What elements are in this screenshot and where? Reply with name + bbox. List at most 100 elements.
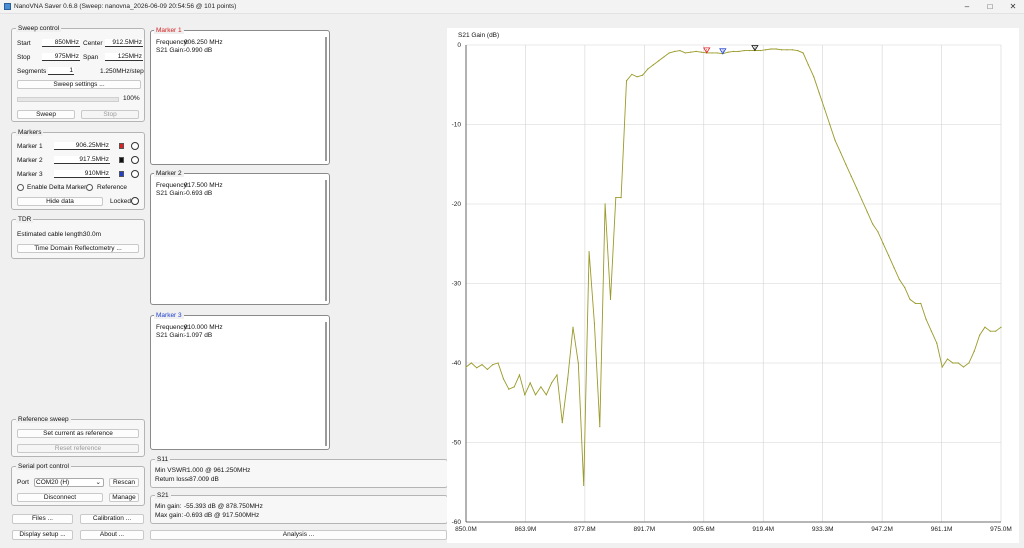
display-setup-button[interactable]: Display setup ...	[12, 530, 73, 540]
x-tick-label: 850.0M	[455, 526, 477, 533]
port-select[interactable]: COM20 (H) ⌄	[34, 478, 104, 487]
manage-button[interactable]: Manage	[109, 493, 139, 502]
center-field[interactable]: 912.5MHz	[105, 39, 143, 47]
x-tick-label: 877.8M	[574, 526, 596, 533]
window-titlebar: NanoVNA Saver 0.6.8 (Sweep: nanovna_2026…	[0, 0, 1024, 14]
marker-2-frequency-row: Frequency:917.500 MHz	[156, 182, 223, 189]
data-point	[995, 330, 997, 332]
data-point	[524, 394, 526, 396]
files-button[interactable]: Files ...	[12, 514, 73, 524]
disconnect-button[interactable]: Disconnect	[17, 493, 103, 502]
marker-2-field[interactable]: 917.5MHz	[54, 156, 110, 164]
data-point	[481, 363, 483, 366]
stop-label: Stop	[17, 54, 31, 61]
marker-3-color-swatch[interactable]	[119, 171, 124, 177]
data-point	[588, 251, 590, 253]
data-point	[476, 367, 478, 369]
data-point	[727, 51, 729, 53]
data-point	[855, 187, 858, 189]
marker-2-label: 2	[754, 46, 756, 50]
data-point	[615, 197, 617, 199]
sweep-button[interactable]: Sweep	[17, 110, 75, 119]
marker-3-frequency-value: 910.000 MHz	[184, 324, 223, 331]
s21-gain-chart[interactable]: S21 Gain (dB) 0 -10 -20 -30 -40 -50 -60850.0M 86…	[447, 28, 1019, 543]
data-point	[850, 175, 852, 177]
marker-3-select-radio[interactable]	[131, 170, 139, 178]
marker-2-select-radio[interactable]	[131, 156, 139, 164]
data-point	[759, 49, 761, 52]
marker-1-field[interactable]: 906.25MHz	[54, 142, 110, 150]
minimize-icon[interactable]: –	[956, 1, 978, 12]
reset-reference-button[interactable]: Reset reference	[17, 444, 139, 453]
data-point	[775, 48, 777, 50]
data-point	[604, 203, 606, 205]
sweep-settings-button[interactable]: Sweep settings ...	[17, 80, 141, 89]
marker-3-frequency-row: Frequency:910.000 MHz	[156, 324, 223, 331]
return-loss-value: -87.009 dB	[187, 476, 219, 483]
data-point	[914, 302, 916, 304]
span-field[interactable]: 125MHz	[105, 53, 143, 61]
x-tick-label: 919.4M	[752, 526, 774, 533]
stop-field[interactable]: 975MHz	[42, 53, 80, 61]
s21-gain-chart-panel[interactable]: S21 Gain (dB) 0 -10 -20 -30 -40 -50 -60 850.0M 86…	[447, 28, 1019, 543]
marker-2-color-swatch[interactable]	[119, 157, 124, 163]
serial-port-title: Serial port control	[16, 463, 71, 470]
reference-checkbox[interactable]	[86, 184, 93, 191]
marker-1-color-swatch[interactable]	[119, 143, 124, 149]
data-point	[791, 49, 793, 51]
data-point	[497, 362, 499, 364]
data-point	[577, 362, 579, 364]
max-gain-value: -0.693 dB @ 917.500MHz	[184, 512, 260, 519]
data-point	[470, 362, 472, 364]
markers-group: Markers Marker 1 906.25MHz Marker 2 917.…	[11, 129, 145, 210]
marker-3-label: 3	[722, 49, 724, 53]
data-point	[711, 52, 713, 54]
y-tick-label: -20	[452, 201, 462, 208]
tdr-button[interactable]: Time Domain Reflectometry ...	[17, 244, 139, 253]
markers-title: Markers	[16, 129, 44, 136]
marker-3-scrollbar[interactable]	[325, 322, 327, 446]
set-reference-button[interactable]: Set current as reference	[17, 429, 139, 438]
data-point	[888, 255, 890, 257]
data-point	[620, 197, 622, 199]
data-point	[508, 388, 510, 390]
data-point	[1000, 326, 1002, 328]
data-point	[807, 64, 809, 66]
maximize-icon[interactable]: □	[979, 1, 1001, 12]
close-icon[interactable]: ✕	[1002, 1, 1024, 12]
data-point	[572, 326, 574, 328]
delta-marker-label: Enable Delta Marker	[27, 184, 87, 191]
tdr-group: TDR Estimated cable length: 30.0m Time D…	[11, 216, 145, 259]
analysis-button[interactable]: Analysis ...	[150, 530, 447, 540]
s11-group: S11 Min VSWR: 1.000 @ 961.250MHz Return …	[150, 456, 448, 488]
data-point	[930, 330, 933, 332]
marker-3-field[interactable]: 910MHz	[54, 170, 110, 178]
s21-gain-series-line	[465, 48, 1002, 486]
rescan-button[interactable]: Rescan	[109, 478, 139, 487]
data-point	[829, 123, 831, 126]
marker-2-scrollbar[interactable]	[325, 180, 327, 301]
data-point	[647, 68, 649, 70]
marker-1-gain-row: S21 Gain:-0.990 dB	[156, 47, 212, 54]
data-point	[716, 52, 719, 54]
about-button[interactable]: About ...	[80, 530, 144, 540]
gain-label: S21 Gain:	[156, 190, 185, 197]
stop-button[interactable]: Stop	[81, 110, 139, 119]
marker-2-label: Marker 2	[17, 157, 43, 164]
delta-marker-checkbox[interactable]	[17, 184, 24, 191]
segments-field[interactable]: 1	[48, 67, 74, 75]
marker-1-scrollbar[interactable]	[325, 37, 327, 161]
marker-1-select-radio[interactable]	[131, 142, 139, 150]
data-point	[834, 139, 836, 141]
data-point	[743, 49, 745, 52]
marker-3-panel: Marker 3 Frequency:910.000 MHz S21 Gain:…	[150, 312, 330, 450]
data-point	[636, 76, 638, 78]
data-point	[556, 374, 558, 376]
calibration-button[interactable]: Calibration ...	[80, 514, 144, 524]
data-point	[936, 342, 938, 344]
data-point	[973, 350, 975, 352]
marker-2-gain-value: -0.693 dB	[184, 190, 213, 197]
hide-data-button[interactable]: Hide data	[17, 197, 103, 206]
start-field[interactable]: 850MHz	[42, 39, 80, 47]
locked-toggle[interactable]	[131, 197, 139, 205]
